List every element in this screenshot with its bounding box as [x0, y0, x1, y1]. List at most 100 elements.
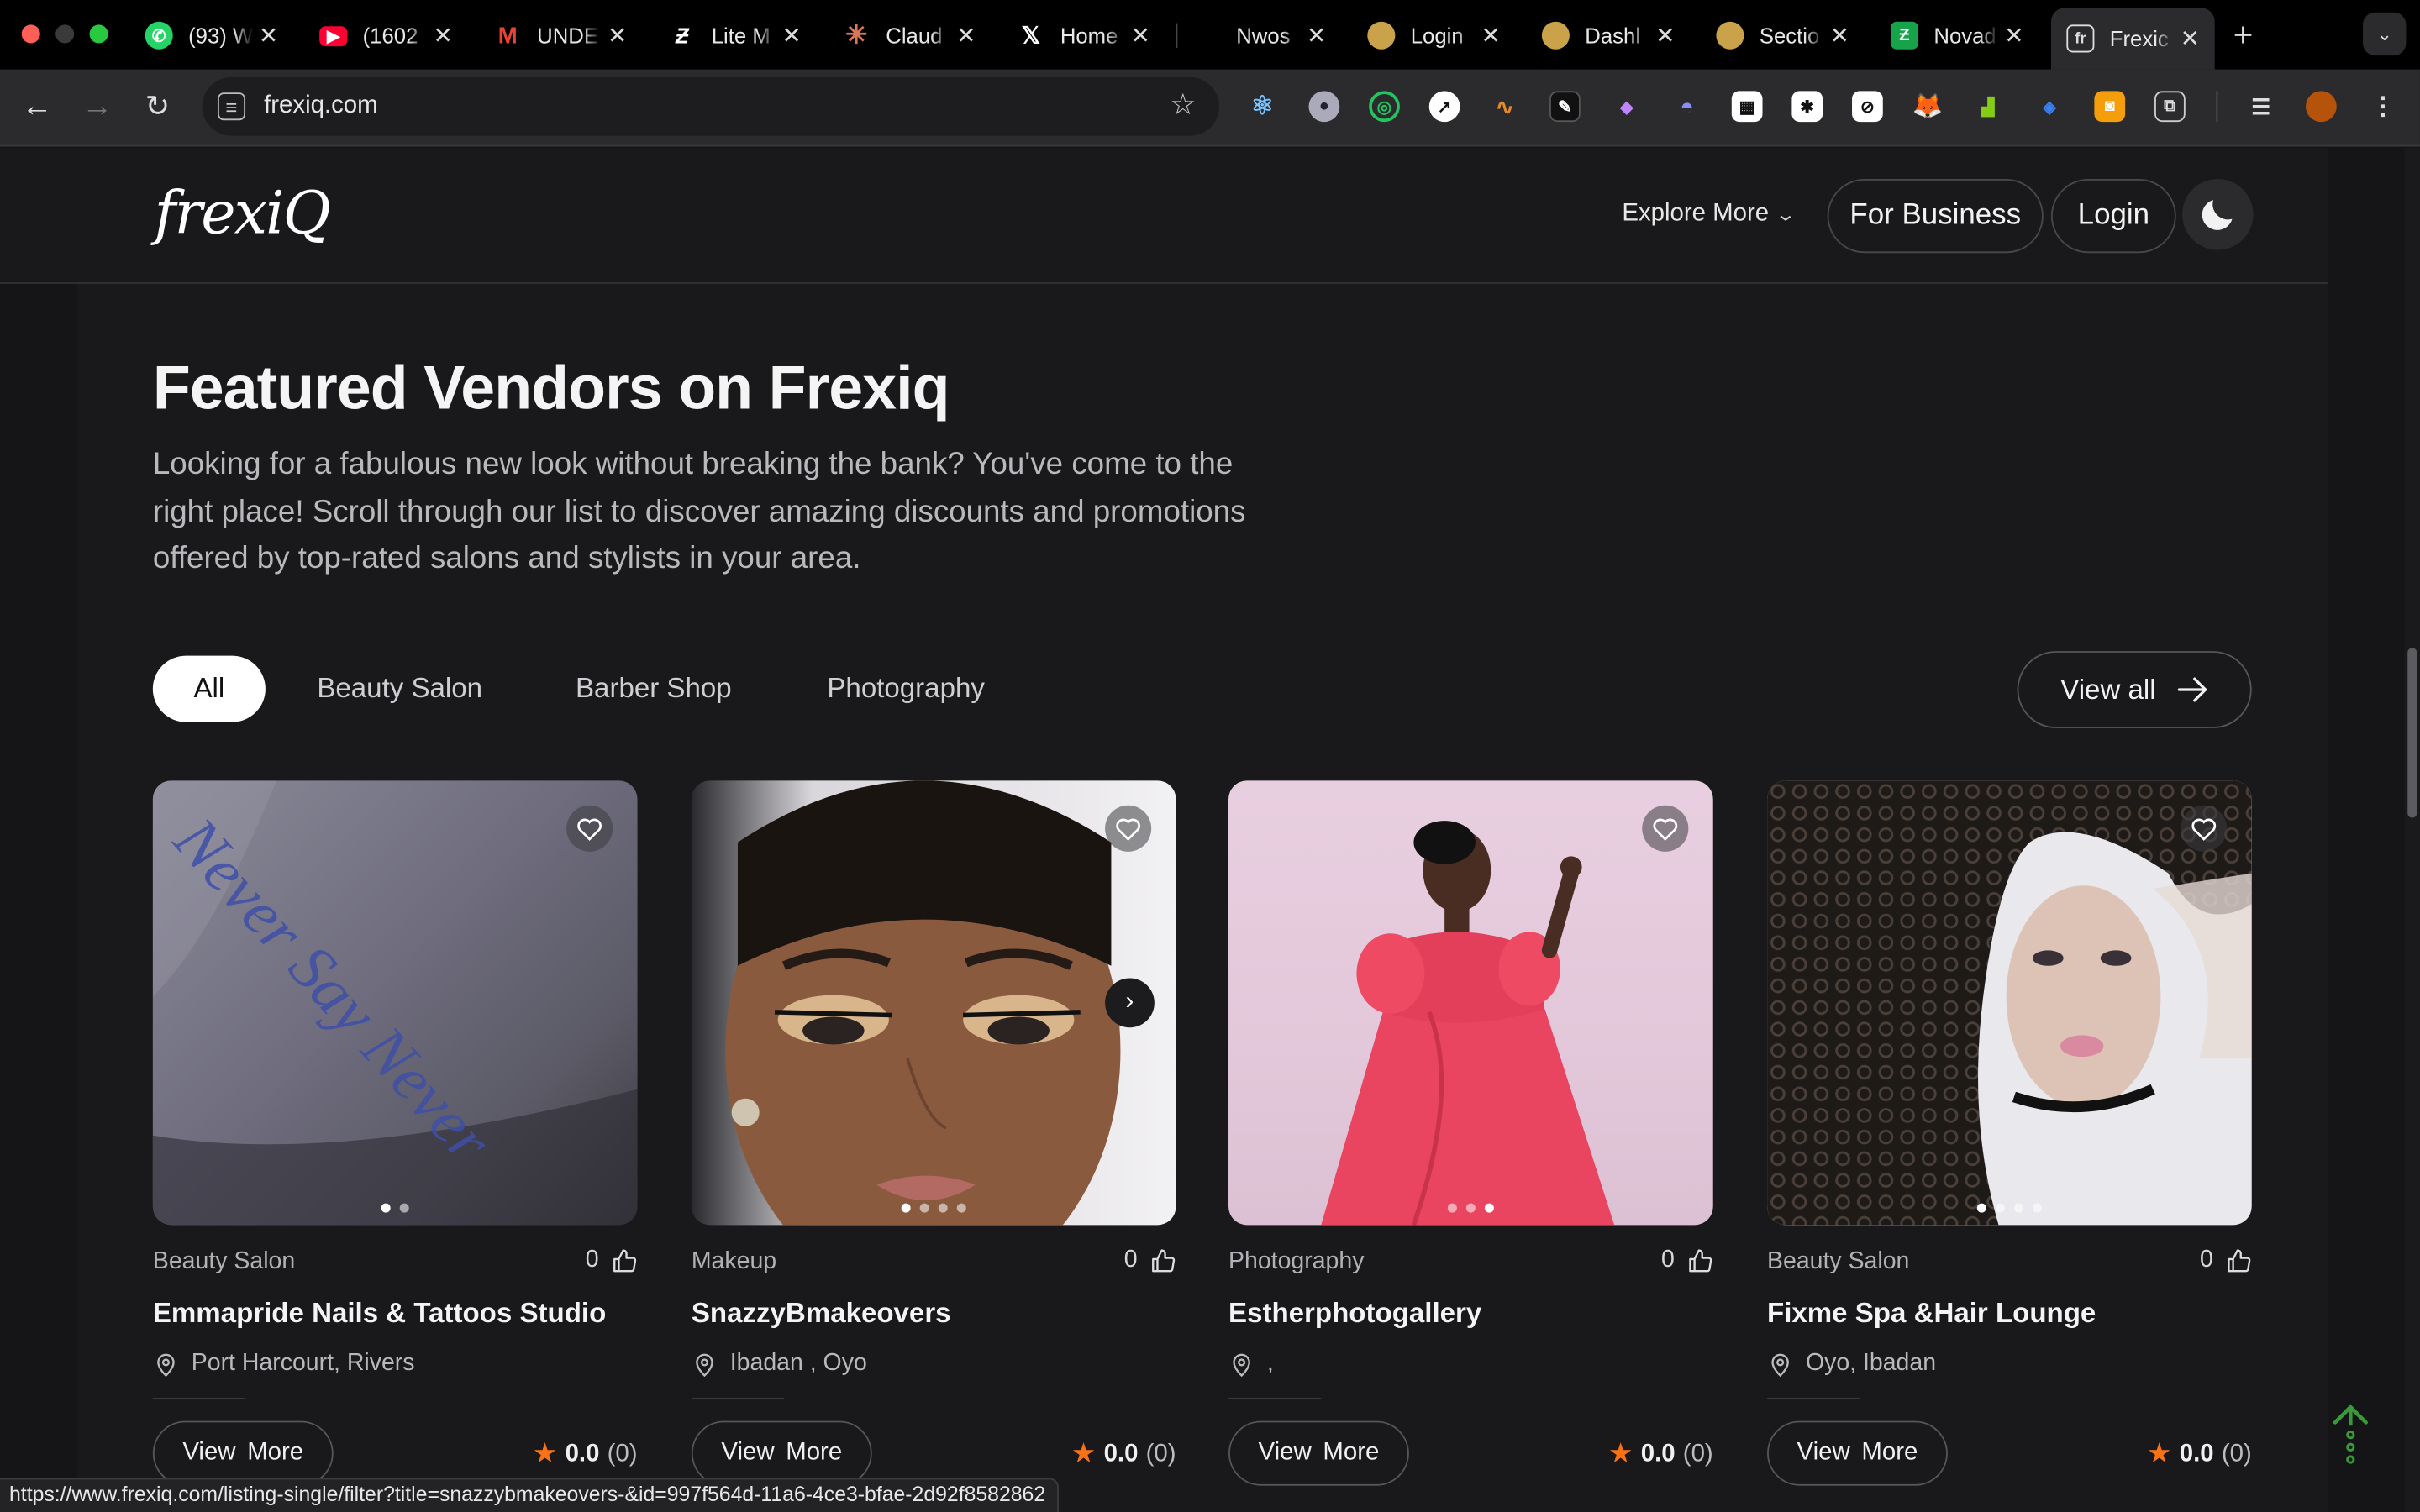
filter-beauty-salon[interactable]: Beauty Salon [297, 656, 503, 722]
close-tab-icon[interactable]: ✕ [950, 22, 981, 50]
vendor-name[interactable]: Fixme Spa &Hair Lounge [1767, 1298, 2096, 1331]
vendor-card[interactable]: Photography 0 Estherphotogallery , View … [1228, 780, 1713, 1512]
close-tab-icon[interactable]: ✕ [1999, 22, 2030, 50]
vendor-image[interactable] [1767, 780, 2252, 1226]
view-more-button[interactable]: View More [691, 1420, 872, 1486]
vendor-name[interactable]: Estherphotogallery [1228, 1298, 1481, 1331]
vendor-name[interactable]: Emmapride Nails & Tattoos Studio [153, 1298, 606, 1331]
close-window-button[interactable] [21, 24, 40, 44]
view-all-button[interactable]: View all [2017, 651, 2252, 728]
image-carousel-dots[interactable] [1767, 1203, 2252, 1213]
image-carousel-dots[interactable] [692, 1203, 1176, 1213]
scroll-to-top-button[interactable] [2330, 1404, 2370, 1465]
image-carousel-dots[interactable] [1228, 1203, 1713, 1213]
bookmark-star-icon[interactable]: ☆ [1170, 88, 1196, 123]
metamask-icon[interactable]: 🦊 [1912, 91, 1944, 122]
tab-youtube[interactable]: ▶ (1602 ✕ [304, 9, 468, 61]
carousel-dot[interactable] [1995, 1203, 2005, 1213]
login-button[interactable]: Login [2050, 179, 2176, 254]
extension-ghost-icon[interactable]: ◓ [1671, 91, 1702, 122]
tab-lite[interactable]: Ƶ Lite M ✕ [653, 9, 817, 61]
explore-more-menu[interactable]: Explore More ⌄ [1622, 201, 1797, 228]
view-more-button[interactable]: View More [1767, 1420, 1948, 1486]
close-tab-icon[interactable]: ✕ [1476, 22, 1507, 50]
scrollbar-thumb[interactable] [2407, 648, 2417, 818]
extension-pen-icon[interactable]: ✎ [1549, 91, 1581, 123]
carousel-dot[interactable] [381, 1203, 391, 1213]
tab-search-button[interactable]: ⌄ [2362, 12, 2407, 56]
carousel-dot[interactable] [1465, 1203, 1476, 1213]
extension-block-icon[interactable]: ⊘ [1852, 91, 1883, 123]
favorite-button[interactable] [1105, 805, 1152, 852]
close-tab-icon[interactable]: ✕ [253, 22, 284, 50]
extension-circle-icon[interactable]: ● [1308, 91, 1340, 123]
carousel-dot[interactable] [1976, 1203, 1986, 1213]
vendor-card[interactable]: Never Say Never Beauty Salon 0 Emmapride… [152, 780, 638, 1512]
extension-wave-icon[interactable]: ∿ [1489, 91, 1520, 122]
tab-dashboard[interactable]: Dashl ✕ [1526, 9, 1690, 61]
close-tab-icon[interactable]: ✕ [776, 22, 808, 50]
carousel-dot[interactable] [2013, 1203, 2023, 1213]
extension-bug-icon[interactable]: ✱ [1791, 91, 1823, 123]
minimize-window-button[interactable] [55, 24, 75, 44]
close-tab-icon[interactable]: ✕ [2175, 24, 2206, 52]
for-business-button[interactable]: For Business [1827, 179, 2044, 254]
carousel-dot[interactable] [956, 1203, 966, 1213]
browser-menu-icon[interactable]: ⋮ [2367, 91, 2398, 122]
carousel-dot[interactable] [901, 1203, 911, 1213]
vendor-card[interactable]: Beauty Salon 0 Fixme Spa &Hair Lounge Oy… [1767, 780, 2252, 1512]
next-image-button[interactable]: › [1105, 978, 1155, 1028]
carousel-dot[interactable] [1484, 1203, 1494, 1213]
profile-avatar[interactable] [2306, 91, 2337, 123]
reading-list-icon[interactable]: ☰ [2245, 91, 2276, 122]
extension-tag-icon[interactable]: ◈ [2034, 91, 2065, 122]
extension-ring-icon[interactable]: ◎ [1369, 91, 1400, 123]
close-tab-icon[interactable]: ✕ [1125, 22, 1156, 50]
like-button[interactable]: 0 [2200, 1247, 2252, 1274]
tab-frexiq[interactable]: fr Frexic ✕ [2050, 8, 2215, 70]
reload-button[interactable]: ↻ [139, 88, 176, 125]
vendor-card[interactable]: › Makeup 0 SnazzyBmakeovers Ibadan , Oyo… [691, 780, 1176, 1512]
theme-toggle-button[interactable] [2182, 179, 2254, 250]
favorite-button[interactable] [1642, 805, 1689, 852]
tab-novad[interactable]: Ƶ Novad ✕ [1876, 9, 2039, 61]
tab-gmail[interactable]: M UNDE ✕ [478, 9, 642, 61]
like-button[interactable]: 0 [586, 1247, 638, 1274]
extension-gem-icon[interactable]: ◆ [1612, 91, 1643, 122]
close-tab-icon[interactable]: ✕ [428, 22, 459, 50]
tab-nwos[interactable]: Nwos ✕ [1177, 9, 1341, 61]
tab-login[interactable]: Login ✕ [1352, 9, 1516, 61]
image-carousel-dots[interactable] [153, 1203, 638, 1213]
new-tab-button[interactable]: + [2233, 15, 2254, 55]
carousel-dot[interactable] [919, 1203, 929, 1213]
react-devtools-icon[interactable]: ⚛ [1247, 91, 1278, 122]
url-text[interactable]: frexiq.com [264, 92, 378, 120]
tab-section[interactable]: Sectio ✕ [1701, 9, 1865, 61]
extension-bars-icon[interactable]: ▟ [1972, 91, 2003, 122]
close-tab-icon[interactable]: ✕ [1824, 22, 1855, 50]
filter-photography[interactable]: Photography [802, 656, 1009, 722]
filter-all[interactable]: All [152, 655, 266, 722]
favorite-button[interactable] [566, 805, 613, 852]
close-tab-icon[interactable]: ✕ [1301, 22, 1332, 50]
extensions-puzzle-icon[interactable]: ⧉ [2154, 91, 2186, 123]
favorite-button[interactable] [2181, 805, 2228, 852]
tab-claude[interactable]: ✳ Claud ✕ [827, 9, 991, 61]
forward-button[interactable]: → [79, 88, 116, 125]
tab-whatsapp[interactable]: ✆ (93) W ✕ [129, 9, 293, 61]
scrollbar-track[interactable] [2404, 148, 2420, 1512]
like-button[interactable]: 0 [1124, 1247, 1176, 1274]
close-tab-icon[interactable]: ✕ [602, 22, 633, 50]
vendor-image[interactable] [1228, 780, 1713, 1226]
extension-grid-icon[interactable]: ▦ [1731, 91, 1763, 123]
back-button[interactable]: ← [18, 88, 55, 125]
frexiq-logo[interactable]: frexiQ [155, 179, 331, 247]
filter-barber-shop[interactable]: Barber Shop [554, 656, 753, 722]
zoom-window-button[interactable] [89, 24, 108, 44]
carousel-dot[interactable] [399, 1203, 409, 1213]
site-info-icon[interactable]: ≡ [217, 92, 246, 121]
view-more-button[interactable]: View More [152, 1420, 334, 1486]
carousel-dot[interactable] [2032, 1203, 2042, 1213]
close-tab-icon[interactable]: ✕ [1649, 22, 1681, 50]
address-bar[interactable]: ≡ frexiq.com ☆ [202, 76, 1219, 136]
